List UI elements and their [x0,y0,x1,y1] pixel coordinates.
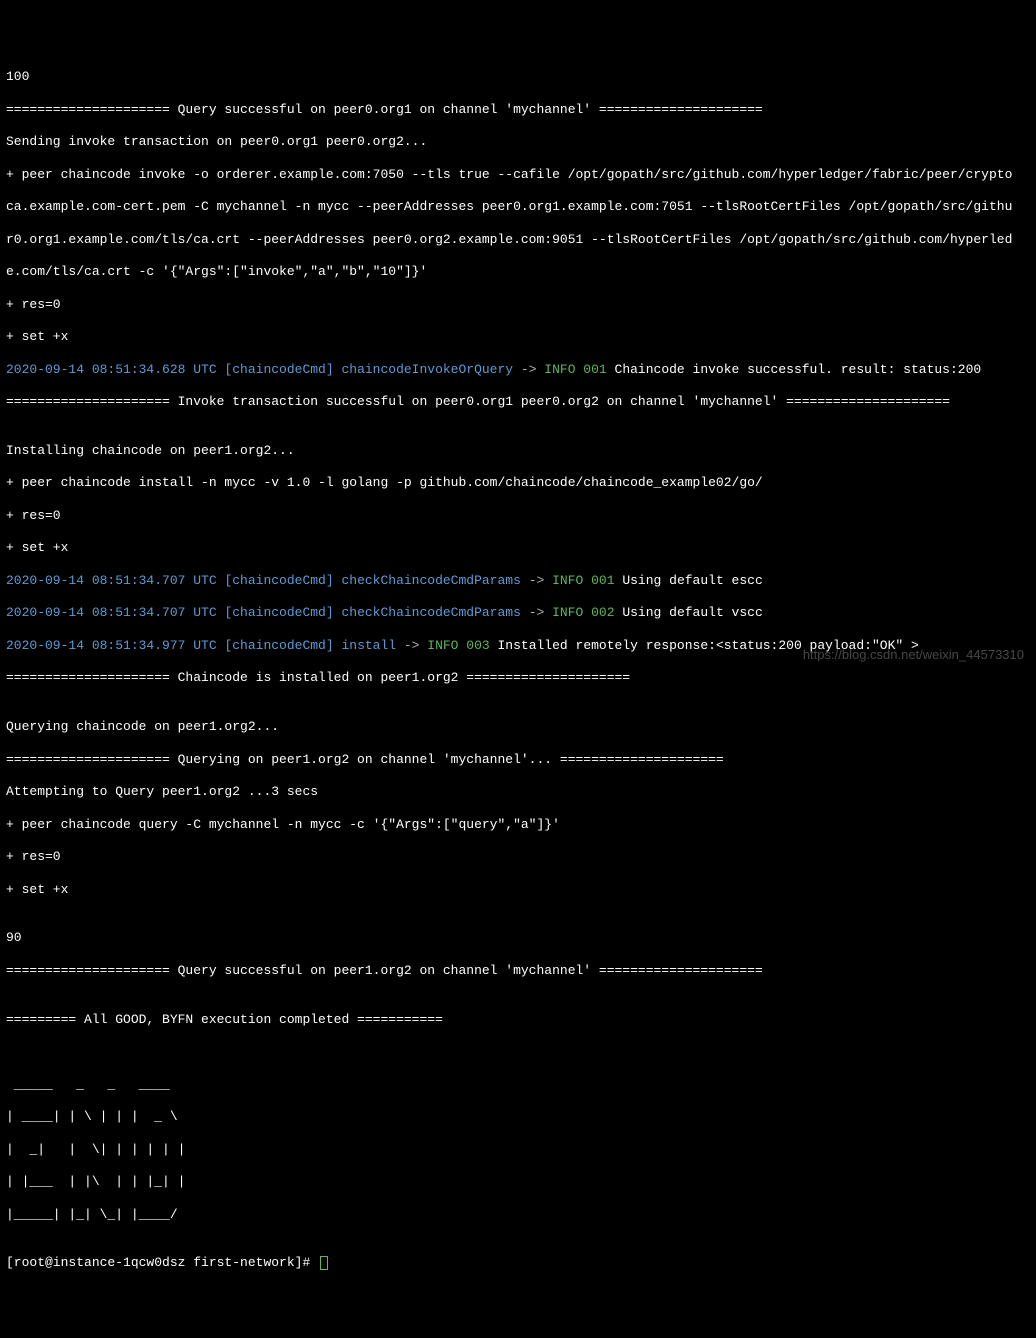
arrow: -> [404,638,427,653]
terminal-line: + set +x [6,540,1030,556]
terminal-line: 100 [6,69,1030,85]
terminal-line: r0.org1.example.com/tls/ca.crt --peerAdd… [6,232,1030,248]
ascii-art: _____ _ _ ____ [6,1077,1030,1093]
log-level: INFO 001 [552,573,614,588]
terminal-line: Querying chaincode on peer1.org2... [6,719,1030,735]
terminal-line: ===================== Querying on peer1.… [6,752,1030,768]
prompt-text: [root@instance-1qcw0dsz first-network]# [6,1255,318,1270]
log-msg: Chaincode invoke successful. result: sta… [607,362,981,377]
log-line: 2020-09-14 08:51:34.707 UTC [chaincodeCm… [6,605,1030,621]
log-level: INFO 002 [552,605,614,620]
timestamp: 2020-09-14 08:51:34.707 UTC [6,573,217,588]
cursor-icon [320,1256,328,1270]
terminal-line: e.com/tls/ca.crt -c '{"Args":["invoke","… [6,264,1030,280]
ascii-art: | |___ | |\ | | |_| | [6,1174,1030,1190]
arrow: -> [529,573,552,588]
arrow: -> [529,605,552,620]
log-level: INFO 001 [544,362,606,377]
terminal-line: ca.example.com-cert.pem -C mychannel -n … [6,199,1030,215]
log-line: 2020-09-14 08:51:34.707 UTC [chaincodeCm… [6,573,1030,589]
ascii-art: |_____| |_| \_| |____/ [6,1207,1030,1223]
log-context: [chaincodeCmd] checkChaincodeCmdParams [217,605,529,620]
log-level: INFO 003 [427,638,489,653]
ascii-art: | ____| | \ | | | _ \ [6,1109,1030,1125]
terminal-line: + set +x [6,882,1030,898]
timestamp: 2020-09-14 08:51:34.977 UTC [6,638,217,653]
log-context: [chaincodeCmd] chaincodeInvokeOrQuery [217,362,521,377]
log-context: [chaincodeCmd] install [217,638,404,653]
terminal-line: + set +x [6,329,1030,345]
terminal-line: Installing chaincode on peer1.org2... [6,443,1030,459]
terminal-line: ===================== Chaincode is insta… [6,670,1030,686]
terminal-line: + res=0 [6,297,1030,313]
log-line: 2020-09-14 08:51:34.628 UTC [chaincodeCm… [6,362,1030,378]
prompt-line[interactable]: [root@instance-1qcw0dsz first-network]# [6,1255,1030,1271]
log-msg: Using default escc [615,573,763,588]
terminal-line: + res=0 [6,849,1030,865]
terminal-line: 90 [6,930,1030,946]
terminal-line: Sending invoke transaction on peer0.org1… [6,134,1030,150]
watermark: https://blog.csdn.net/weixin_44573310 [803,647,1024,663]
terminal-line: + peer chaincode query -C mychannel -n m… [6,817,1030,833]
terminal-line: + peer chaincode invoke -o orderer.examp… [6,167,1030,183]
timestamp: 2020-09-14 08:51:34.707 UTC [6,605,217,620]
arrow: -> [521,362,544,377]
log-msg: Using default vscc [615,605,763,620]
terminal-line: Attempting to Query peer1.org2 ...3 secs [6,784,1030,800]
terminal-line: ===================== Query successful o… [6,102,1030,118]
terminal-line: + peer chaincode install -n mycc -v 1.0 … [6,475,1030,491]
terminal-line: ===================== Query successful o… [6,963,1030,979]
ascii-art: | _| | \| | | | | | [6,1142,1030,1158]
terminal-line: ===================== Invoke transaction… [6,394,1030,410]
log-context: [chaincodeCmd] checkChaincodeCmdParams [217,573,529,588]
timestamp: 2020-09-14 08:51:34.628 UTC [6,362,217,377]
terminal-line: ========= All GOOD, BYFN execution compl… [6,1012,1030,1028]
terminal-line: + res=0 [6,508,1030,524]
